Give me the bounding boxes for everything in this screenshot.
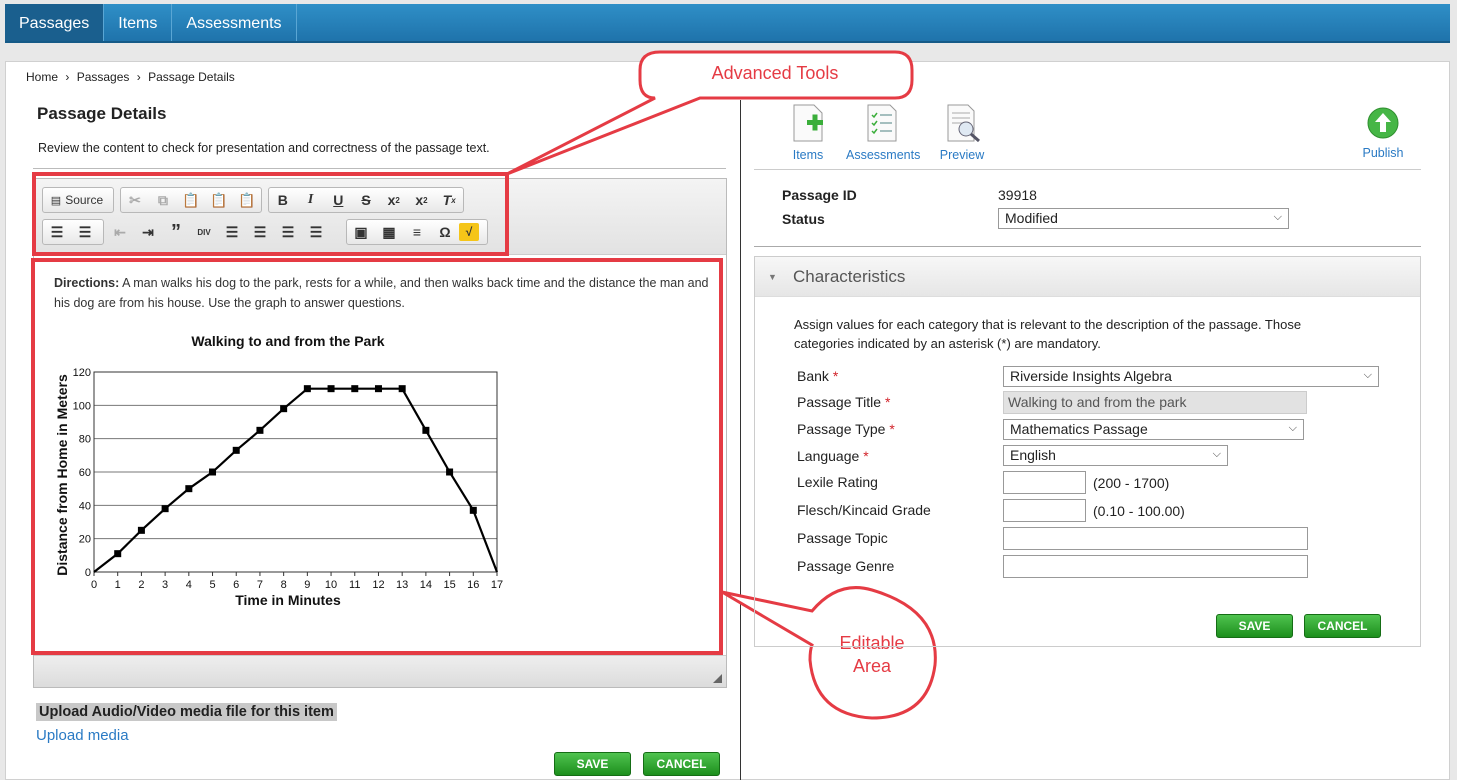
preview-icon — [947, 104, 980, 143]
topic-input[interactable] — [1003, 527, 1308, 550]
status-label: Status — [782, 211, 825, 227]
required-star: * — [889, 421, 895, 437]
assessments-tool-label: Assessments — [846, 148, 921, 162]
items-tool-label: Items — [792, 148, 824, 162]
topic-label: Passage Topic — [797, 530, 888, 546]
advanced-tools-callout: Advanced Tools — [711, 63, 839, 83]
lexile-input[interactable] — [1003, 471, 1086, 494]
required-star: * — [832, 368, 839, 384]
checklist-icon — [867, 104, 897, 142]
bank-label: Bank * — [797, 368, 838, 384]
passage-type-label: Passage Type * — [797, 421, 895, 437]
passage-type-select[interactable]: Mathematics Passage ⌵ — [1003, 419, 1304, 440]
language-value: English — [1010, 447, 1056, 463]
passage-id-value: 39918 — [998, 187, 1037, 203]
lexile-label: Lexile Rating — [797, 474, 878, 490]
passage-type-label-text: Passage Type — [797, 421, 886, 437]
upload-heading: Upload Audio/Video media file for this i… — [36, 703, 337, 721]
chevron-down-icon: ⌵ — [1212, 448, 1221, 460]
items-tool[interactable]: Items — [789, 104, 827, 162]
publish-tool[interactable]: Publish — [1361, 107, 1405, 160]
upload-media-link[interactable]: Upload media — [36, 727, 129, 744]
flesch-label: Flesch/Kincaid Grade — [797, 502, 931, 518]
bank-label-text: Bank — [797, 368, 829, 384]
passage-title-label: Passage Title * — [797, 394, 890, 410]
passage-type-value: Mathematics Passage — [1010, 421, 1148, 437]
add-item-icon — [793, 104, 823, 142]
language-select[interactable]: English ⌵ — [1003, 445, 1228, 466]
passage-id-label: Passage ID — [782, 187, 857, 203]
characteristics-instructions: Assign values for each category that is … — [794, 317, 1302, 351]
right-cancel-button[interactable]: CANCEL — [1304, 614, 1381, 638]
right-save-button[interactable]: SAVE — [1216, 614, 1293, 638]
chevron-down-icon: ⌵ — [1273, 211, 1282, 223]
callout-line-2: Area — [852, 656, 892, 676]
divider — [754, 169, 1421, 170]
bank-select[interactable]: Riverside Insights Algebra ⌵ — [1003, 366, 1379, 387]
required-star: * — [884, 394, 891, 410]
assessments-tool[interactable]: Assessments — [846, 104, 921, 162]
passage-title-field: Walking to and from the park — [1003, 391, 1307, 414]
lexile-range: (200 - 1700) — [1093, 475, 1170, 491]
left-cancel-button[interactable]: CANCEL — [643, 752, 720, 776]
collapse-triangle-icon: ▼ — [768, 272, 777, 282]
flesch-range: (0.10 - 100.00) — [1093, 503, 1185, 519]
status-select-value: Modified — [1005, 210, 1058, 226]
language-label-text: Language — [797, 448, 860, 464]
divider — [754, 246, 1421, 247]
genre-input[interactable] — [1003, 555, 1308, 578]
required-star: * — [863, 448, 869, 464]
left-save-button[interactable]: SAVE — [554, 752, 631, 776]
genre-label: Passage Genre — [797, 558, 895, 574]
publish-upload-icon — [1367, 107, 1399, 139]
preview-tool-label: Preview — [939, 148, 985, 162]
preview-tool[interactable]: Preview — [938, 104, 986, 162]
language-label: Language * — [797, 448, 869, 464]
chevron-down-icon: ⌵ — [1363, 369, 1372, 381]
characteristics-title: Characteristics — [793, 267, 906, 286]
bank-select-value: Riverside Insights Algebra — [1010, 368, 1172, 384]
status-select[interactable]: Modified ⌵ — [998, 208, 1289, 229]
chevron-down-icon: ⌵ — [1288, 422, 1297, 434]
passage-title-label-text: Passage Title — [797, 394, 882, 410]
characteristics-header[interactable]: ▼ Characteristics — [755, 257, 1420, 297]
publish-tool-label: Publish — [1362, 146, 1404, 160]
flesch-input[interactable] — [1003, 499, 1086, 522]
